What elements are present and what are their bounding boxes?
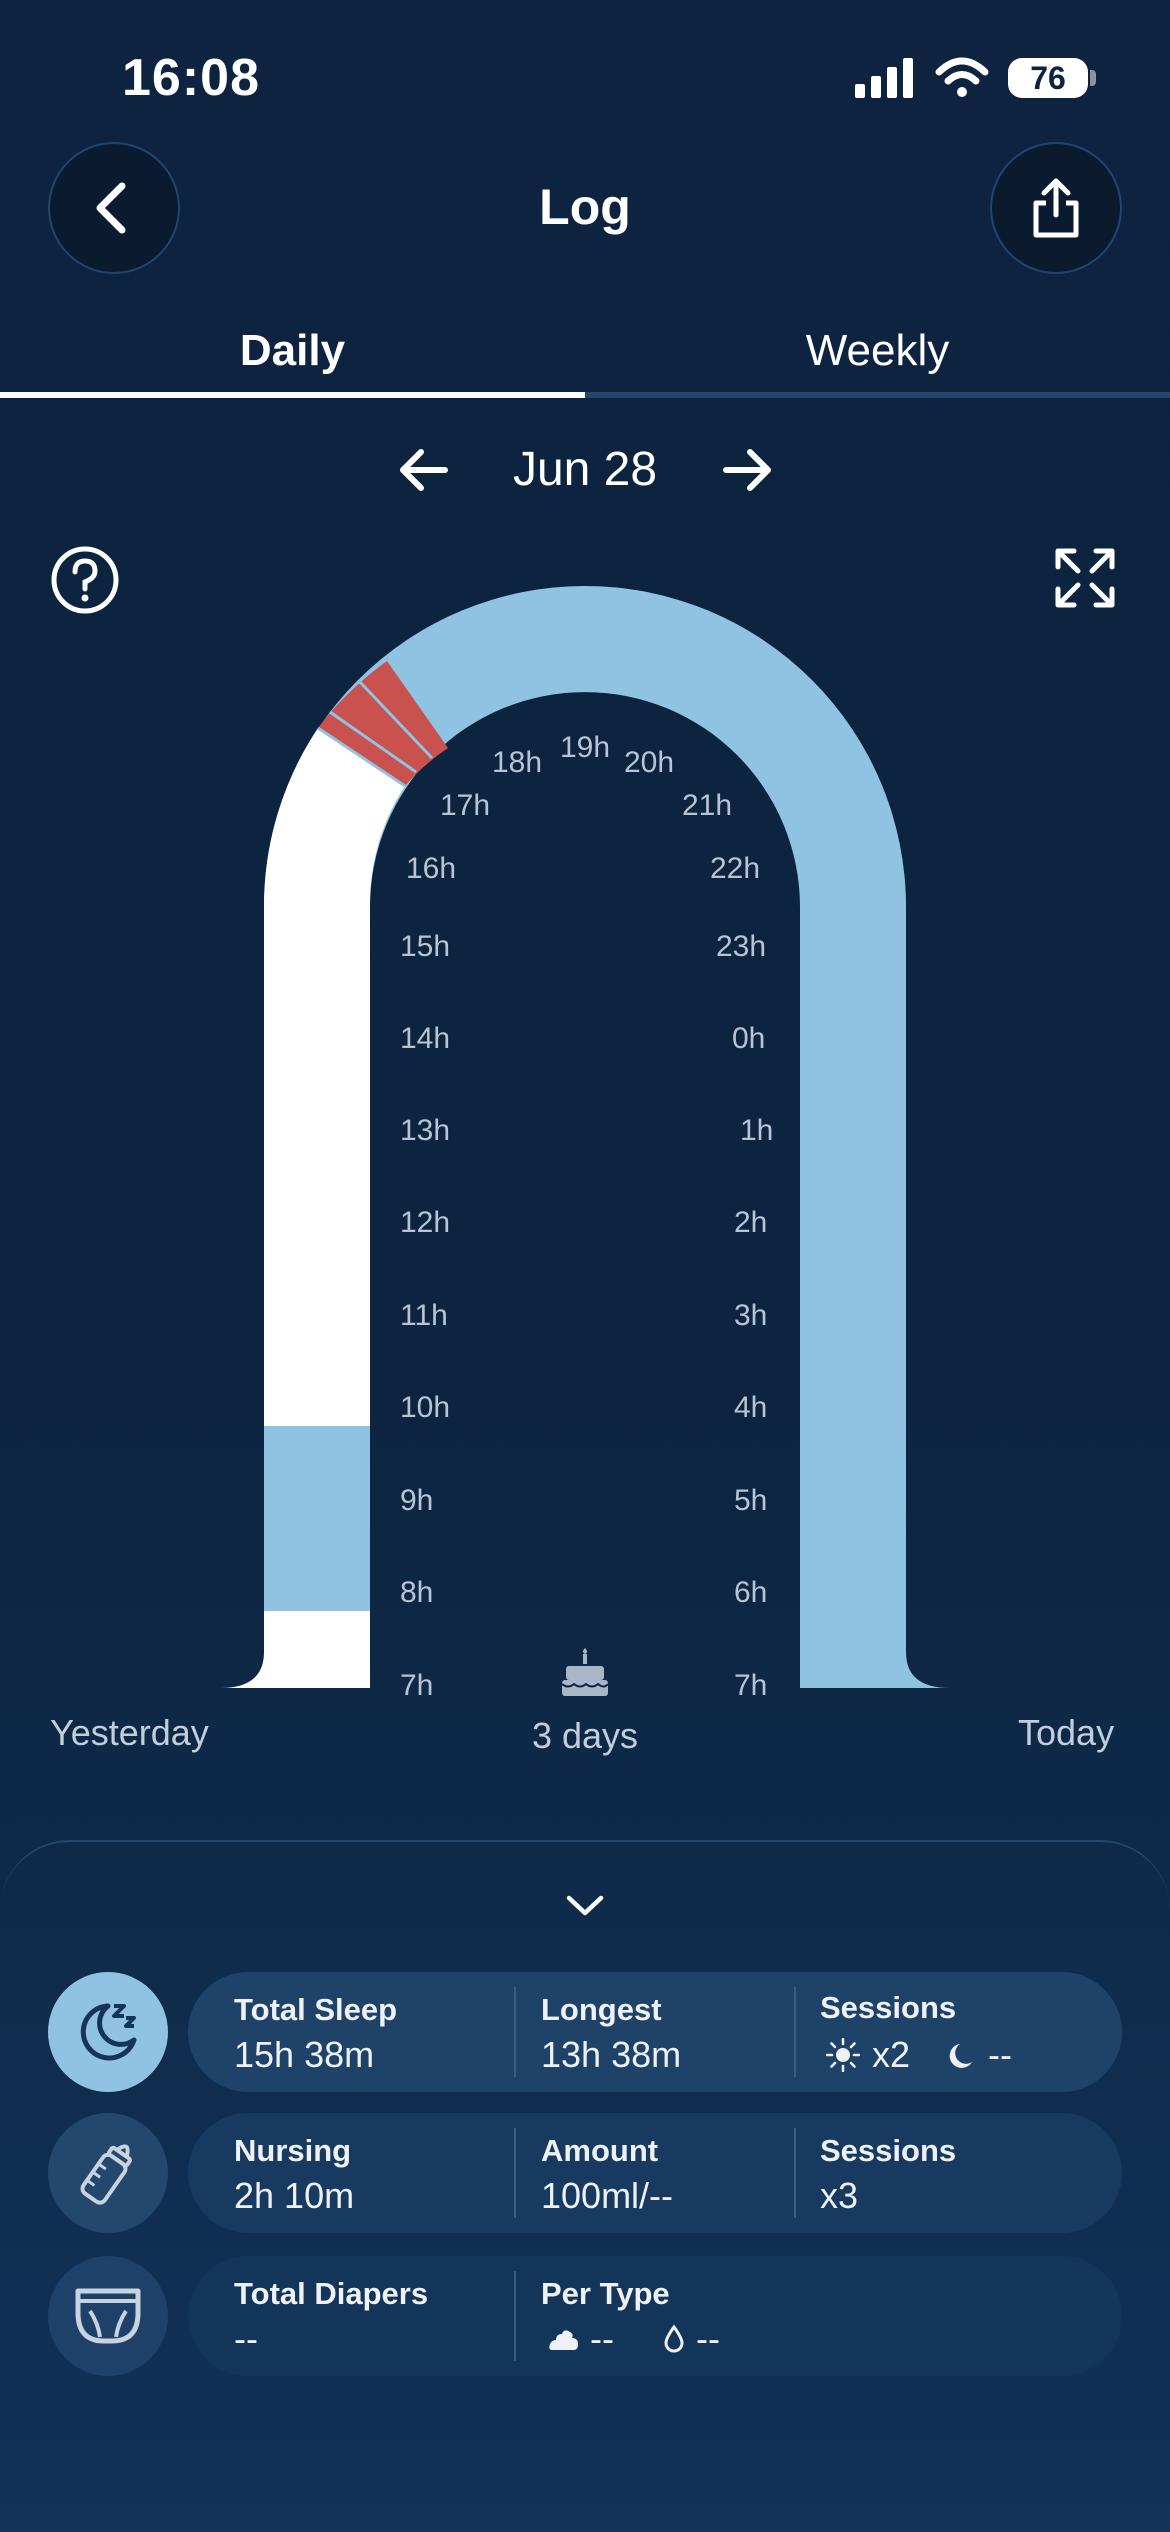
hour-label: 5h xyxy=(734,1484,768,1517)
divider xyxy=(514,1987,516,2077)
collapse-chevron-icon[interactable] xyxy=(565,1893,605,1919)
total-diapers-value: -- xyxy=(234,2318,258,2359)
arch-awake-segment xyxy=(263,728,405,1426)
hour-label: 7h xyxy=(400,1669,434,1702)
pee-count-value: -- xyxy=(696,2318,720,2359)
hour-label: 7h xyxy=(734,1669,768,1702)
total-diapers-label: Total Diapers xyxy=(234,2276,429,2311)
hour-label: 21h xyxy=(682,789,733,822)
hour-label: 10h xyxy=(400,1391,451,1424)
amount-label: Amount xyxy=(541,2133,659,2168)
bottle-icon xyxy=(80,2144,132,2205)
longest-label: Longest xyxy=(541,1992,662,2027)
per-type-label: Per Type xyxy=(541,2276,670,2311)
hour-label: 11h xyxy=(400,1299,448,1332)
longest-value: 13h 38m xyxy=(541,2034,682,2075)
hour-label: 2h xyxy=(734,1206,768,1239)
sleep-stats-card[interactable]: Total Sleep 15h 38m Longest 13h 38m Sess… xyxy=(188,1972,1122,2092)
feeding-stats-card[interactable]: Nursing 2h 10m Amount 100ml/-- Sessions … xyxy=(188,2113,1122,2233)
divider xyxy=(794,1987,796,2077)
hour-label: 4h xyxy=(734,1391,768,1424)
arch-left-foot xyxy=(220,1652,264,1688)
hour-label: 1h xyxy=(740,1114,774,1147)
divider xyxy=(514,2271,516,2361)
signal-icon xyxy=(855,58,913,98)
hour-label: 19h xyxy=(560,731,611,764)
poop-count-value: -- xyxy=(590,2318,614,2359)
divider xyxy=(794,2128,796,2218)
sun-icon xyxy=(826,2038,860,2072)
day-sessions-value: x2 xyxy=(872,2034,911,2075)
arch-awake-bottom xyxy=(264,1611,370,1688)
hour-label: 15h xyxy=(400,930,451,963)
tab-weekly[interactable]: Weekly xyxy=(585,326,1170,376)
hour-label: 9h xyxy=(400,1484,434,1517)
hour-label: 18h xyxy=(492,746,543,779)
poop-icon xyxy=(549,2330,578,2350)
amount-value: 100ml/-- xyxy=(541,2175,674,2216)
moon-icon xyxy=(949,2044,972,2068)
hour-label: 16h xyxy=(406,852,457,885)
arch-right-foot xyxy=(906,1652,950,1688)
nursing-value: 2h 10m xyxy=(234,2175,355,2216)
battery-indicator: 76 xyxy=(1008,58,1088,98)
today-label: Today xyxy=(1018,1712,1115,1753)
birthday-cake-icon xyxy=(561,1648,609,1696)
sleep-category-button[interactable] xyxy=(48,1972,168,2092)
hour-label: 17h xyxy=(440,789,491,822)
feeding-category-button[interactable] xyxy=(48,2113,168,2233)
hour-label: 14h xyxy=(400,1022,451,1055)
hour-label: 20h xyxy=(624,746,675,779)
hour-label: 6h xyxy=(734,1576,768,1609)
hour-label: 13h xyxy=(400,1114,451,1147)
feeding-sessions-label: Sessions xyxy=(820,2133,957,2168)
status-time: 16:08 xyxy=(122,49,260,107)
diaper-category-button[interactable] xyxy=(48,2256,168,2376)
hour-label: 23h xyxy=(716,930,767,963)
share-icon xyxy=(1033,178,1079,238)
pee-drop-icon xyxy=(664,2324,684,2353)
divider xyxy=(514,2128,516,2218)
hour-label: 3h xyxy=(734,1299,768,1332)
battery-tip xyxy=(1090,70,1096,86)
current-date: Jun 28 xyxy=(512,443,658,496)
night-sessions-value: -- xyxy=(988,2034,1012,2075)
hour-label: 22h xyxy=(710,852,761,885)
share-button[interactable] xyxy=(990,142,1122,274)
tab-track xyxy=(585,392,1170,398)
yesterday-label: Yesterday xyxy=(50,1712,209,1753)
hour-label: 12h xyxy=(400,1206,451,1239)
tab-active-indicator xyxy=(0,392,585,398)
total-sleep-value: 15h 38m xyxy=(234,2034,375,2075)
hour-label: 0h xyxy=(732,1022,766,1055)
tab-daily[interactable]: Daily xyxy=(0,326,585,376)
diaper-icon xyxy=(75,2288,141,2344)
moon-zzz-icon xyxy=(80,2003,137,2061)
wifi-icon xyxy=(935,57,989,97)
feeding-sessions-value: x3 xyxy=(820,2175,859,2216)
hour-label: 8h xyxy=(400,1576,434,1609)
total-sleep-label: Total Sleep xyxy=(234,1992,398,2027)
sleep-sessions-label: Sessions xyxy=(820,1990,957,2025)
nursing-label: Nursing xyxy=(234,2133,352,2168)
diaper-stats-card[interactable]: Total Diapers -- Per Type -- -- xyxy=(188,2256,1122,2376)
next-day-button[interactable] xyxy=(720,442,776,498)
